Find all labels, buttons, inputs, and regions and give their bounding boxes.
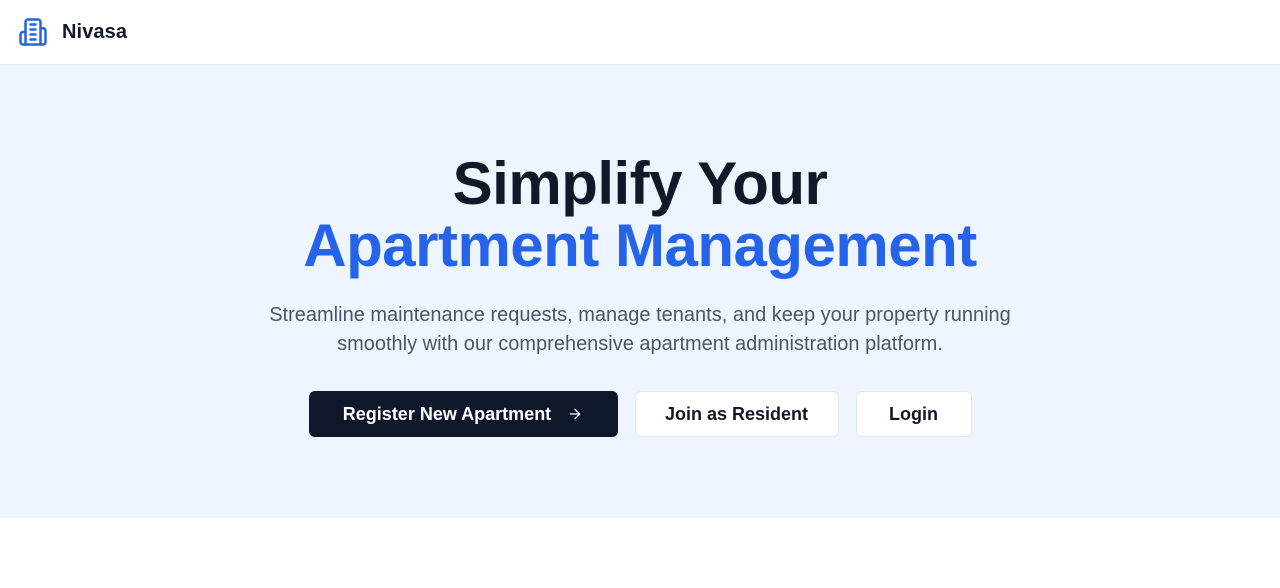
navbar: Nivasa <box>0 0 1280 65</box>
register-apartment-label: Register New Apartment <box>342 403 552 424</box>
brand-name[interactable]: Nivasa <box>62 21 127 44</box>
join-resident-button[interactable]: Join as Resident <box>634 391 839 437</box>
join-resident-label: Join as Resident <box>664 403 809 424</box>
login-label: Login <box>889 403 938 424</box>
hero-title-line2: Apartment Management <box>303 212 977 279</box>
hero-title-line1: Simplify Your <box>452 150 828 217</box>
hero-actions: Register New Apartment Join as Resident … <box>308 391 972 437</box>
hero-section: Simplify Your Apartment Management Strea… <box>0 65 1280 518</box>
login-button[interactable]: Login <box>855 391 972 437</box>
register-apartment-button[interactable]: Register New Apartment <box>308 391 618 437</box>
page-below-hero <box>0 518 1280 588</box>
arrow-right-icon <box>567 406 583 422</box>
building-icon[interactable] <box>18 17 48 47</box>
hero-subtitle: Streamline maintenance requests, manage … <box>269 304 1011 355</box>
